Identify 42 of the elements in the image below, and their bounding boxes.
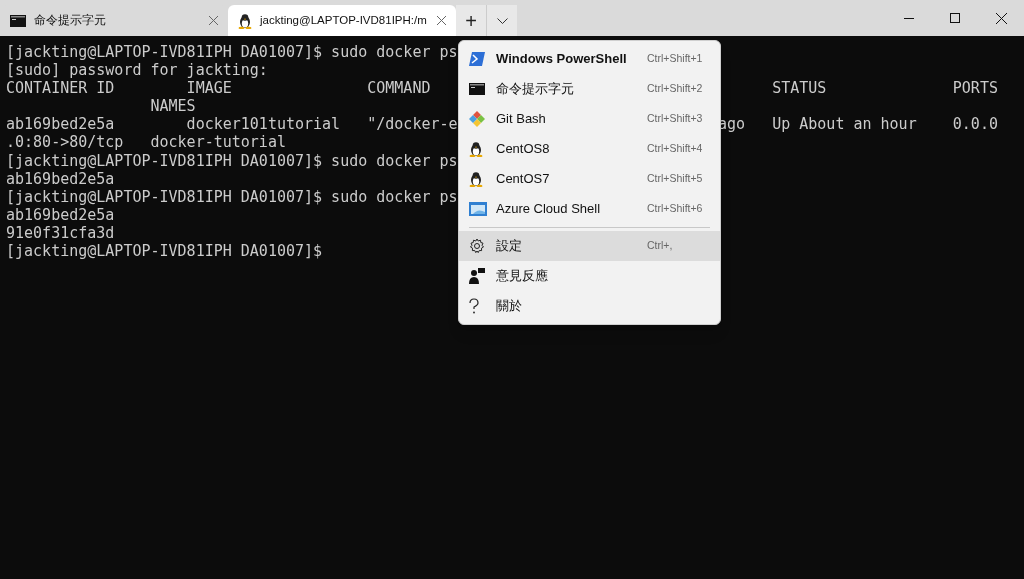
menu-item[interactable]: CentOS8 Ctrl+Shift+4 <box>459 134 720 164</box>
tab[interactable]: jackting@LAPTOP-IVD81IPH:/m <box>228 5 456 36</box>
menu-item-label: 意見反應 <box>496 267 549 286</box>
terminal-text: [jackting@LAPTOP-IVD81IPH DA01007]$ <box>6 242 323 261</box>
shortcut-text: Ctrl+Shift+1 <box>647 51 704 67</box>
terminal-text: 91e0f31cfa3d <box>6 223 115 242</box>
terminal-text: ab169bed2e5a docker101tutorial "/docker-e <box>6 115 458 134</box>
shortcut-text: Ctrl+Shift+2 <box>647 81 704 97</box>
menu-item-label: CentOS7 <box>496 170 551 189</box>
menu-item-label: Windows PowerShell <box>496 50 628 69</box>
menu-item[interactable]: 關於 <box>459 291 720 321</box>
menu-item-label: 關於 <box>496 297 523 316</box>
terminal-text: ab169bed2e5a <box>6 205 115 224</box>
shortcut-text: Ctrl+Shift+6 <box>647 201 704 217</box>
menu-item[interactable]: 命令提示字元 Ctrl+Shift+2 <box>459 74 720 104</box>
tab-title: jackting@LAPTOP-IVD81IPH:/m <box>260 12 428 28</box>
shortcut-text: Ctrl+, <box>647 238 674 254</box>
menu-item[interactable]: Azure Cloud Shell Ctrl+Shift+6 <box>459 194 720 224</box>
terminal-text: ab169bed2e5a <box>6 169 115 188</box>
menu-item-label: CentOS8 <box>496 140 551 159</box>
tab-title: 命令提示字元 <box>34 12 107 28</box>
menu-item[interactable]: 意見反應 <box>459 261 720 291</box>
shortcut-text: Ctrl+Shift+5 <box>647 171 704 187</box>
terminal-text: NAMES <box>149 97 196 116</box>
terminal-text: [jackting@LAPTOP-IVD81IPH DA01007]$ sudo docker ps <box>6 43 458 61</box>
terminal-text: [jackting@LAPTOP-IVD81IPH DA01007]$ sudo docker ps <box>6 187 458 206</box>
shortcut-text: Ctrl+Shift+3 <box>647 111 704 127</box>
terminal-text: [jackting@LAPTOP-IVD81IPH DA01007]$ sudo docker ps <box>6 151 458 170</box>
menu-item[interactable]: 設定 Ctrl+, <box>459 231 720 261</box>
menu-item-label: 命令提示字元 <box>496 80 575 99</box>
shortcut-text: Ctrl+Shift+4 <box>647 141 704 157</box>
terminal-text: .0:80->80/tcp docker-tutorial <box>6 133 286 152</box>
menu-item-label: 設定 <box>496 237 523 256</box>
menu-item[interactable]: Git Bash Ctrl+Shift+3 <box>459 104 720 134</box>
terminal-text: STATUS PORTS <box>771 79 998 98</box>
terminal-text: [sudo] password for jackting: <box>6 61 268 80</box>
terminal-text: CONTAINER ID IMAGE COMMAND <box>6 79 431 98</box>
menu-item-label: Git Bash <box>496 110 547 129</box>
menu-item[interactable]: CentOS7 Ctrl+Shift+5 <box>459 164 720 194</box>
new-tab-button[interactable]: + <box>456 5 487 36</box>
menu-item[interactable]: Windows PowerShell Ctrl+Shift+1 <box>459 44 720 74</box>
menu-item-label: Azure Cloud Shell <box>496 200 602 219</box>
